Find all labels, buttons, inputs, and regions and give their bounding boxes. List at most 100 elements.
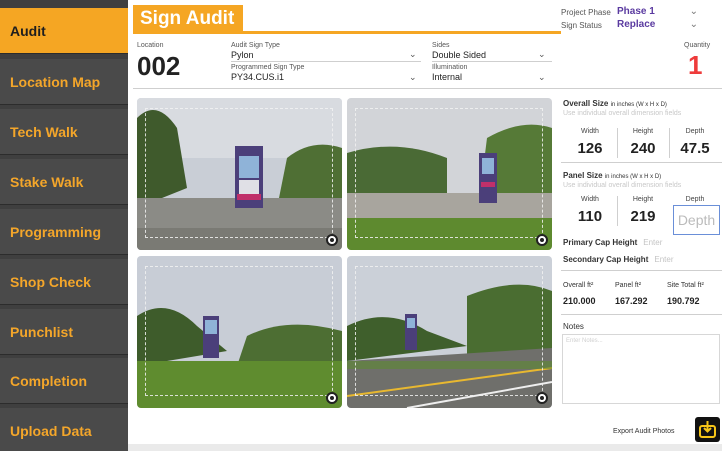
overall-depth-label: Depth — [685, 128, 705, 135]
illumination-label: Illumination — [432, 64, 468, 71]
divider — [432, 61, 552, 62]
notes-label: Notes — [563, 322, 584, 331]
sidebar-item-completion[interactable]: Completion — [0, 358, 128, 404]
divider — [617, 196, 618, 226]
primary-cap-height-input[interactable]: Enter — [643, 238, 662, 247]
phase-status-box: Project Phase Phase 1 ⌄ Sign Status Repl… — [561, 6, 716, 32]
panel-width-input[interactable]: 110 — [565, 208, 615, 225]
secondary-cap-height-input[interactable]: Enter — [654, 255, 673, 264]
audit-photo-2[interactable] — [347, 98, 552, 250]
chevron-down-icon[interactable]: ⌄ — [409, 72, 417, 83]
project-phase-select[interactable]: Project Phase Phase 1 ⌄ — [561, 6, 716, 19]
expand-icon[interactable] — [536, 234, 548, 246]
divider — [561, 162, 722, 163]
sidebar-item-tech-walk[interactable]: Tech Walk — [0, 109, 128, 155]
panel-depth-label: Depth — [685, 196, 705, 203]
overall-width-input[interactable]: 126 — [565, 140, 615, 157]
overall-height-label: Height — [632, 128, 654, 135]
sidebar: Audit Location Map Tech Walk Stake Walk … — [0, 0, 128, 451]
divider — [561, 314, 722, 315]
divider — [561, 270, 722, 271]
divider — [617, 128, 618, 158]
sidebar-item-stake-walk[interactable]: Stake Walk — [0, 159, 128, 205]
audit-sign-type-label: Audit Sign Type — [231, 42, 280, 49]
notes-placeholder: Enter Notes... — [566, 338, 603, 344]
sides-label: Sides — [432, 42, 450, 49]
primary-cap-height-label: Primary Cap Height — [563, 238, 638, 247]
overall-size-title-text: Overall Size — [563, 99, 609, 108]
sign-status-value: Replace — [617, 19, 656, 30]
sidebar-item-location-map[interactable]: Location Map — [0, 59, 128, 105]
panel-size-title: Panel Size in inches (W x H x D) — [563, 171, 661, 180]
chevron-down-icon[interactable]: ⌄ — [409, 49, 417, 60]
audit-photo-3[interactable] — [137, 256, 342, 408]
sides-value[interactable]: Double Sided — [432, 50, 486, 60]
panel-depth-input[interactable]: Depth — [673, 205, 720, 235]
crop-frame — [145, 266, 333, 396]
panel-size-unit-note: in inches (W x H x D) — [604, 174, 662, 180]
notes-textarea[interactable] — [562, 334, 720, 404]
sidebar-item-punchlist[interactable]: Punchlist — [0, 309, 128, 355]
overall-depth-input[interactable]: 47.5 — [670, 140, 720, 157]
audit-photo-1[interactable] — [137, 98, 342, 250]
sidebar-item-label: Location Map — [10, 73, 101, 90]
sidebar-item-label: Tech Walk — [10, 123, 78, 140]
audit-sign-type-value[interactable]: Pylon — [231, 50, 254, 60]
sidebar-item-label: Upload Data — [10, 422, 92, 439]
overall-sqft-label: Overall ft² — [563, 282, 594, 289]
site-total-sqft-value: 190.792 — [667, 296, 700, 306]
sidebar-item-label: Shop Check — [10, 273, 91, 290]
crop-frame — [145, 108, 333, 238]
panel-height-input[interactable]: 219 — [618, 208, 668, 225]
sidebar-item-upload-data[interactable]: Upload Data — [0, 408, 128, 451]
expand-icon[interactable] — [536, 392, 548, 404]
project-phase-label: Project Phase — [561, 8, 611, 17]
overall-size-hint: Use individual overall dimension fields — [563, 110, 682, 117]
divider — [231, 61, 421, 62]
title-underline — [133, 31, 561, 34]
panel-height-label: Height — [632, 196, 654, 203]
chevron-down-icon: ⌄ — [689, 19, 698, 30]
panel-width-label: Width — [581, 196, 599, 203]
expand-icon[interactable] — [326, 234, 338, 246]
overall-width-label: Width — [581, 128, 599, 135]
bottom-bar — [128, 444, 722, 451]
sidebar-item-label: Programming — [10, 223, 102, 240]
audit-photo-4[interactable] — [347, 256, 552, 408]
chevron-down-icon: ⌄ — [689, 6, 698, 17]
secondary-cap-height-field[interactable]: Secondary Cap Height Enter — [563, 255, 673, 264]
export-audit-photos-label[interactable]: Export Audit Photos — [613, 428, 674, 435]
overall-size-unit-note: in inches (W x H x D) — [610, 102, 667, 108]
sign-status-label: Sign Status — [561, 21, 602, 30]
quantity-label: Quantity — [684, 42, 711, 49]
divider — [669, 128, 670, 158]
export-button[interactable] — [695, 417, 720, 442]
location-number[interactable]: 002 — [137, 51, 180, 82]
sidebar-item-label: Audit — [10, 22, 46, 39]
quantity-value[interactable]: 1 — [688, 50, 702, 81]
panel-sqft-label: Panel ft² — [615, 282, 642, 289]
chevron-down-icon[interactable]: ⌄ — [538, 72, 546, 83]
crop-frame — [355, 266, 543, 396]
site-total-sqft-label: Site Total ft² — [667, 282, 704, 289]
sidebar-item-label: Completion — [10, 372, 87, 389]
overall-height-input[interactable]: 240 — [618, 140, 668, 157]
export-icon — [699, 421, 716, 438]
overall-sqft-value: 210.000 — [563, 296, 596, 306]
panel-size-hint: Use individual overall dimension fields — [563, 182, 682, 189]
programmed-sign-type-value[interactable]: PY34.CUS.i1 — [231, 72, 284, 82]
illumination-value[interactable]: Internal — [432, 72, 462, 82]
sidebar-item-shop-check[interactable]: Shop Check — [0, 259, 128, 305]
sidebar-item-audit[interactable]: Audit — [0, 8, 128, 54]
expand-icon[interactable] — [326, 392, 338, 404]
sidebar-item-programming[interactable]: Programming — [0, 209, 128, 255]
sign-status-select[interactable]: Sign Status Replace ⌄ — [561, 19, 716, 32]
chevron-down-icon[interactable]: ⌄ — [538, 49, 546, 60]
secondary-cap-height-label: Secondary Cap Height — [563, 255, 649, 264]
sidebar-item-label: Stake Walk — [10, 173, 84, 190]
project-phase-value: Phase 1 — [617, 6, 655, 17]
crop-frame — [355, 108, 543, 238]
sidebar-item-label: Punchlist — [10, 323, 74, 340]
primary-cap-height-field[interactable]: Primary Cap Height Enter — [563, 238, 662, 247]
programmed-sign-type-label: Programmed Sign Type — [231, 64, 305, 71]
